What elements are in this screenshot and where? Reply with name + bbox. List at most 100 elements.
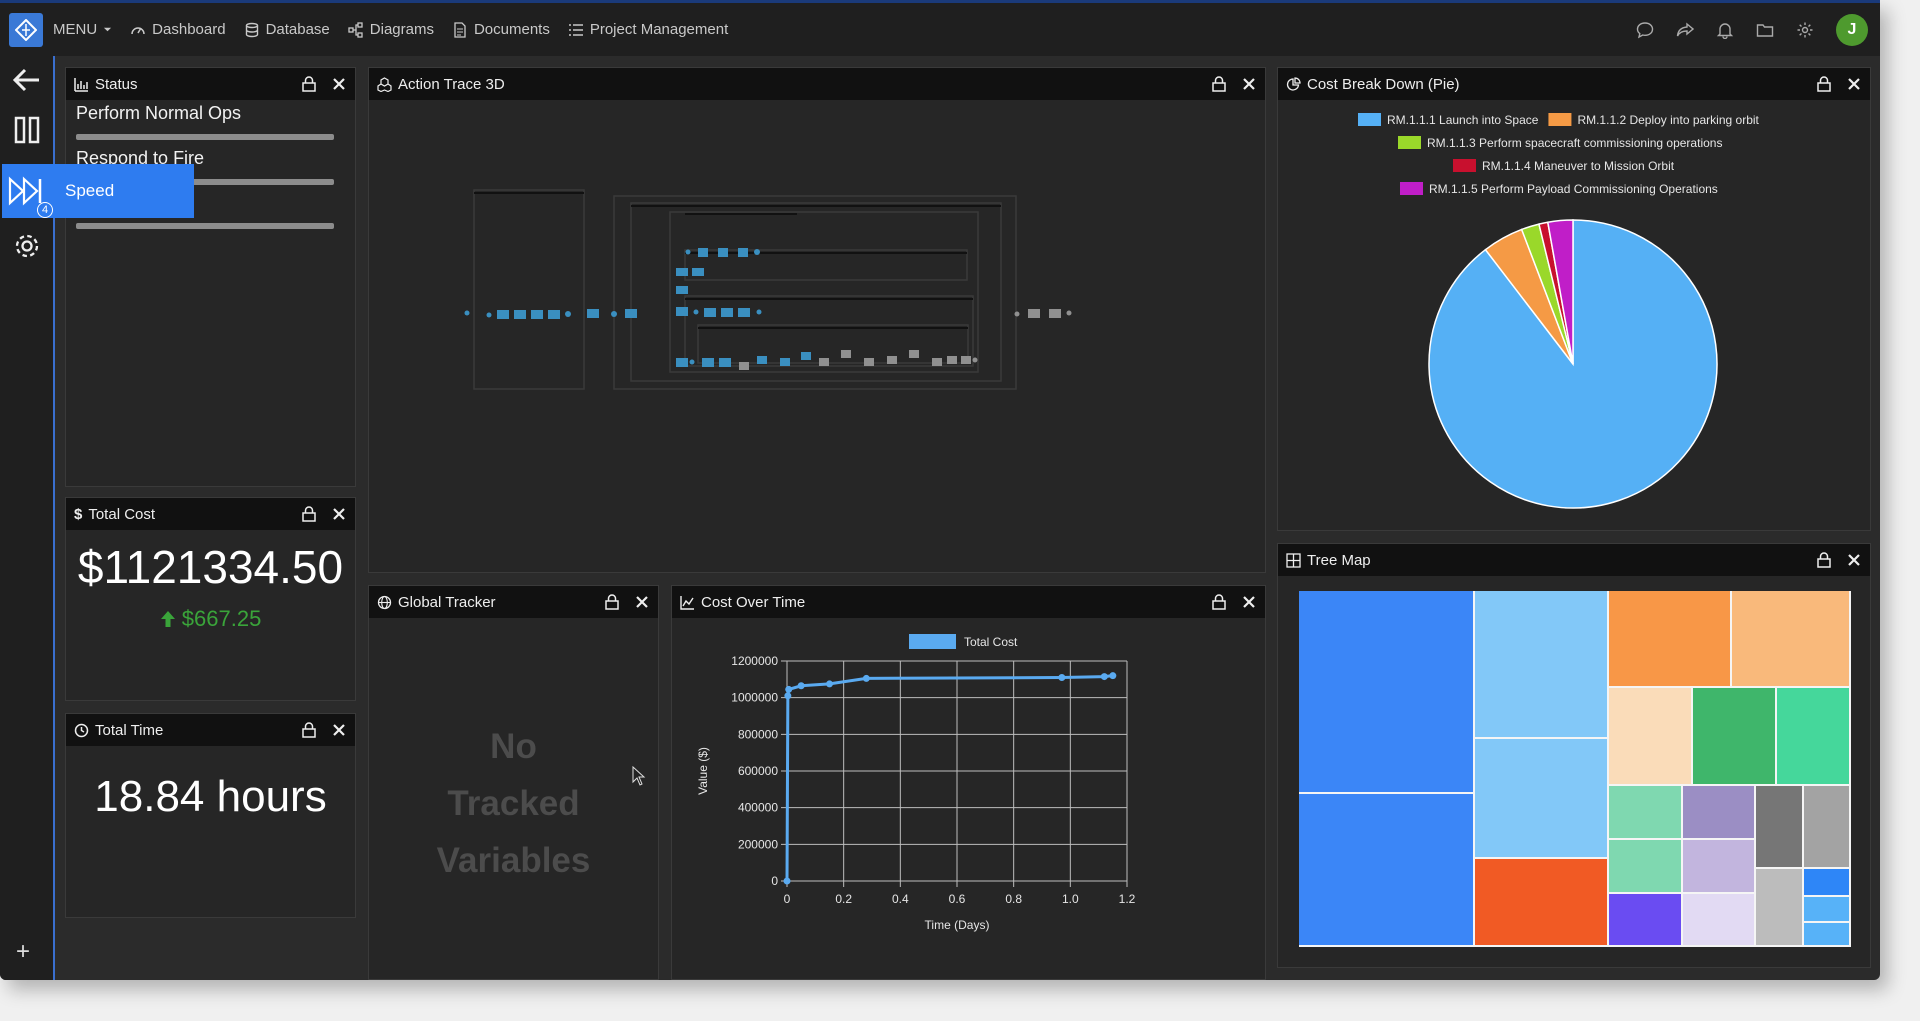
add-panel-button[interactable]: + — [16, 938, 30, 966]
tree-map-cell[interactable] — [1475, 859, 1609, 947]
tree-map-cell[interactable] — [1693, 688, 1777, 786]
tree-map-cell[interactable] — [1683, 894, 1756, 947]
close-icon[interactable] — [331, 722, 347, 738]
tree-map-cell[interactable] — [1804, 786, 1851, 869]
tree-map-cell[interactable] — [1804, 869, 1851, 897]
lock-icon[interactable] — [1816, 552, 1832, 568]
total-time-panel-header: Total Time — [66, 714, 355, 746]
cost-breakdown-panel-header: Cost Break Down (Pie) — [1278, 68, 1870, 100]
global-tracker-panel-header: Global Tracker — [369, 586, 658, 618]
tree-map-cell[interactable] — [1299, 794, 1475, 947]
nav-database[interactable]: Database — [244, 21, 330, 38]
lock-icon[interactable] — [301, 506, 317, 522]
nav-diagrams[interactable]: Diagrams — [348, 21, 434, 38]
action-trace-diagram[interactable] — [369, 100, 1265, 572]
legend-label: RM.1.1.4 Maneuver to Mission Orbit — [1482, 159, 1675, 173]
arrow-left-icon — [12, 68, 39, 92]
tree-map-cell[interactable] — [1732, 591, 1851, 688]
tree-map-chart[interactable] — [1299, 591, 1851, 947]
tree-map-cell[interactable] — [1804, 897, 1851, 923]
folder-icon[interactable] — [1756, 21, 1774, 39]
cost-breakdown-panel: Cost Break Down (Pie) RM.1.1.1 Launch in… — [1277, 67, 1871, 531]
legend-label: RM.1.1.1 Launch into Space — [1387, 113, 1539, 127]
cost-breakdown-pie-chart[interactable]: RM.1.1.1 Launch into Space RM.1.1.2 Deplo… — [1278, 100, 1870, 530]
bell-icon[interactable] — [1716, 21, 1734, 39]
data-point — [785, 685, 793, 693]
total-cost-value: $1121334.50 — [77, 541, 344, 593]
tree-map-cell[interactable] — [1777, 688, 1851, 786]
x-tick-label: 0.4 — [892, 892, 909, 906]
grid-icon — [1286, 552, 1301, 568]
clock-icon — [74, 723, 89, 737]
tree-map-cell[interactable] — [1609, 894, 1683, 947]
app-logo[interactable] — [9, 12, 43, 47]
tree-map-cell[interactable] — [1299, 591, 1475, 794]
nav-project-management-label: Project Management — [589, 21, 729, 38]
lock-icon[interactable] — [1211, 594, 1227, 610]
gear-icon[interactable] — [1796, 21, 1814, 39]
data-point — [1100, 673, 1108, 681]
tree-map-cell[interactable] — [1475, 591, 1609, 739]
status-panel-title: Status — [95, 75, 138, 93]
close-icon[interactable] — [331, 76, 347, 92]
status-panel: Status Perform Normal Ops Respond to Fir… — [65, 67, 356, 487]
y-axis-label: Value ($) — [696, 747, 710, 795]
nav-database-label: Database — [265, 21, 330, 38]
tree-map-cell[interactable] — [1804, 923, 1851, 947]
y-tick-label: 600000 — [738, 764, 778, 778]
tree-map-cell[interactable] — [1609, 591, 1732, 688]
close-icon[interactable] — [634, 594, 650, 610]
close-icon[interactable] — [1241, 594, 1257, 610]
nav-documents[interactable]: Documents — [452, 21, 550, 38]
tree-map-cell[interactable] — [1756, 869, 1804, 947]
nav-diagrams-label: Diagrams — [369, 21, 434, 38]
lock-icon[interactable] — [301, 76, 317, 92]
tree-map-cell[interactable] — [1609, 688, 1693, 786]
data-point — [783, 877, 791, 885]
tree-map-cell[interactable] — [1683, 786, 1756, 840]
close-icon[interactable] — [1846, 552, 1862, 568]
back-button[interactable] — [9, 62, 45, 98]
share-icon[interactable] — [1676, 21, 1694, 39]
logo-icon — [15, 18, 37, 41]
close-icon[interactable] — [331, 506, 347, 522]
tree-map-panel: Tree Map — [1277, 543, 1871, 968]
legend-label: RM.1.1.2 Deploy into parking orbit — [1577, 113, 1759, 127]
legend-label: RM.1.1.3 Perform spacecraft commissionin… — [1427, 136, 1722, 150]
tree-map-cell[interactable] — [1475, 739, 1609, 859]
tree-map-cell[interactable] — [1609, 786, 1683, 840]
pause-button[interactable] — [9, 112, 45, 148]
x-tick-label: 0 — [784, 892, 791, 906]
close-icon[interactable] — [1846, 76, 1862, 92]
cost-over-time-chart[interactable]: 0 200000 400000 600000 800000 1000000 1200000 0… — [672, 618, 1265, 979]
global-tracker-title: Global Tracker — [398, 593, 496, 611]
lock-icon[interactable] — [604, 594, 620, 610]
lock-icon[interactable] — [1816, 76, 1832, 92]
chat-icon[interactable] — [1636, 21, 1654, 39]
y-tick-label: 1200000 — [731, 654, 778, 668]
x-tick-label: 0.6 — [949, 892, 966, 906]
nav-dashboard[interactable]: Dashboard — [130, 21, 226, 38]
settings-button[interactable] — [9, 228, 45, 264]
y-tick-label: 400000 — [738, 801, 778, 815]
speed-tooltip[interactable]: 4 Speed — [2, 164, 194, 218]
nav-project-management[interactable]: Project Management — [568, 21, 728, 38]
user-avatar[interactable]: J — [1836, 13, 1868, 46]
lock-icon[interactable] — [1211, 76, 1227, 92]
total-time-panel: Total Time 18.84 hours — [65, 713, 356, 918]
tree-map-cell[interactable] — [1683, 840, 1756, 894]
tree-map-cell[interactable] — [1609, 840, 1683, 894]
cost-over-time-title: Cost Over Time — [701, 593, 806, 611]
line-chart-icon — [680, 595, 694, 610]
top-nav-bar: MENU Dashboard Database Diagrams Documen… — [0, 0, 1880, 56]
legend-label: Total Cost — [964, 635, 1018, 649]
empty-state-message: No Tracked Variables — [369, 718, 658, 889]
y-tick-label: 0 — [771, 874, 778, 888]
close-icon[interactable] — [1241, 76, 1257, 92]
topbar-actions: J — [1636, 13, 1868, 46]
data-point — [1109, 672, 1117, 680]
lock-icon[interactable] — [301, 722, 317, 738]
x-axis-label: Time (Days) — [925, 918, 990, 932]
tree-map-cell[interactable] — [1756, 786, 1804, 869]
menu-dropdown[interactable]: MENU — [53, 21, 112, 38]
